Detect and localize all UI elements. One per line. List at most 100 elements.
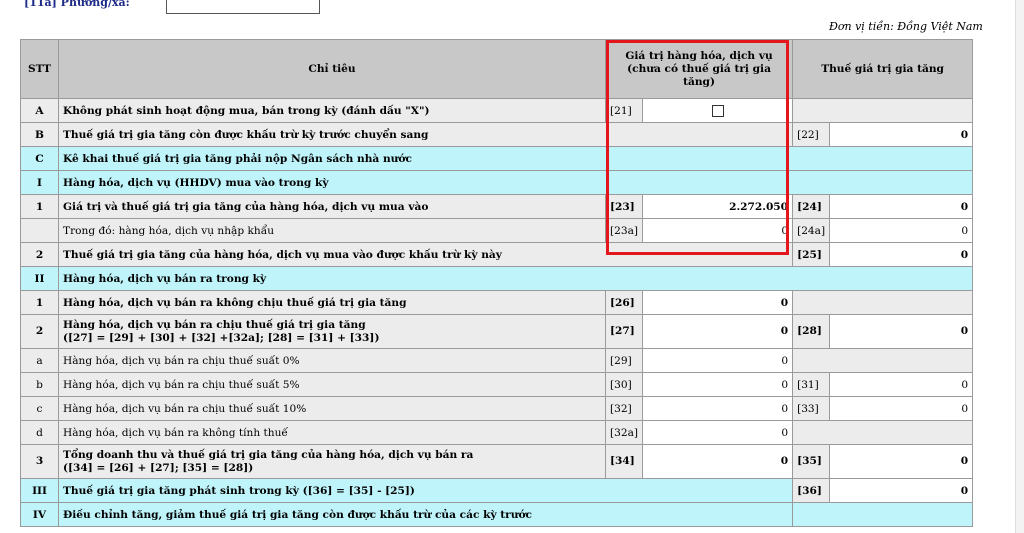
vat-declaration-table: STT Chỉ tiêu Giá trị hàng hóa, dịch vụ (… <box>20 39 974 527</box>
row-code: [32] <box>604 396 644 421</box>
vat-value-field[interactable]: 0 <box>829 194 974 219</box>
header-goods-value: Giá trị hàng hóa, dịch vụ (chưa có thuế … <box>604 39 794 99</box>
section-label: Hàng hóa, dịch vụ bán ra trong kỳ <box>57 266 974 291</box>
empty-cell <box>792 348 974 373</box>
empty-cell <box>792 420 974 445</box>
table-header-row: STT Chỉ tiêu Giá trị hàng hóa, dịch vụ (… <box>20 39 974 99</box>
table-row: Trong đó: hàng hóa, dịch vụ nhập khẩu [2… <box>20 218 974 243</box>
row-label: Thuế giá trị gia tăng còn được khấu trừ … <box>57 122 794 147</box>
header-vat: Thuế giá trị gia tăng <box>792 39 974 99</box>
table-row: IV Điều chỉnh tăng, giảm thuế giá trị gi… <box>20 502 974 527</box>
row-code: [25] <box>792 242 831 267</box>
table-row: c Hàng hóa, dịch vụ bán ra chịu thuế suấ… <box>20 396 974 421</box>
row-label-line1: Hàng hóa, dịch vụ bán ra chịu thuế giá t… <box>63 318 366 331</box>
row-code: [31] <box>792 372 831 397</box>
table-row: A Không phát sinh hoạt động mua, bán tro… <box>20 98 974 123</box>
goods-value-field[interactable]: 0 <box>642 396 794 421</box>
goods-value-field[interactable]: 0 <box>642 290 794 315</box>
goods-value-field[interactable]: 0 <box>642 348 794 373</box>
row-code: [26] <box>604 290 644 315</box>
row-label: Giá trị và thuế giá trị gia tăng của hàn… <box>58 194 606 219</box>
ward-input[interactable] <box>166 0 320 14</box>
row-stt: II <box>20 266 59 291</box>
row-stt: B <box>20 122 59 147</box>
empty-cell <box>792 502 974 527</box>
table-row: a Hàng hóa, dịch vụ bán ra chịu thuế suấ… <box>20 348 974 373</box>
row-code: [23] <box>604 194 644 219</box>
no-activity-checkbox-cell <box>642 98 794 123</box>
table-row: 2 Hàng hóa, dịch vụ bán ra chịu thuế giá… <box>20 314 974 349</box>
row-code: [34] <box>604 444 644 479</box>
table-row: d Hàng hóa, dịch vụ bán ra không tính th… <box>20 420 974 445</box>
row-code: [29] <box>604 348 644 373</box>
row-code: [36] <box>792 478 831 503</box>
row-stt: IV <box>20 502 59 527</box>
currency-note: Đơn vị tiền: Đồng Việt Nam <box>829 20 983 33</box>
vat-value-field[interactable]: 0 <box>829 396 974 421</box>
row-code: [28] <box>792 314 831 349</box>
empty-cell <box>792 98 974 123</box>
row-label: Trong đó: hàng hóa, dịch vụ nhập khẩu <box>58 218 606 243</box>
vat-value-field[interactable]: 0 <box>829 372 974 397</box>
row-code: [30] <box>604 372 644 397</box>
table-row: B Thuế giá trị gia tăng còn được khấu tr… <box>20 122 974 147</box>
row-code: [33] <box>792 396 831 421</box>
row-label-line2: ([34] = [26] + [27]; [35] = [28]) <box>63 461 254 474</box>
vat-value-field[interactable]: 0 <box>829 218 974 243</box>
row-stt: III <box>20 478 59 503</box>
vat-value-field[interactable]: 0 <box>829 478 974 503</box>
row-code: [27] <box>604 314 644 349</box>
row-code: [22] <box>792 122 831 147</box>
row-label: Thuế giá trị gia tăng phát sinh trong kỳ… <box>57 478 794 503</box>
table-row: I Hàng hóa, dịch vụ (HHDV) mua vào trong… <box>20 170 974 195</box>
row-stt: 3 <box>20 444 59 479</box>
row-label: Hàng hóa, dịch vụ bán ra chịu thuế giá t… <box>58 314 606 349</box>
vat-value-field[interactable]: 0 <box>829 314 974 349</box>
row-label-line1: Tổng doanh thu và thuế giá trị gia tăng … <box>63 448 474 461</box>
row-code: [24] <box>792 194 831 219</box>
row-stt: c <box>20 396 59 421</box>
row-stt: 1 <box>20 290 59 315</box>
header-stt: STT <box>20 39 59 99</box>
row-stt: d <box>20 420 59 445</box>
vat-value-field[interactable]: 0 <box>829 242 974 267</box>
row-code: [35] <box>792 444 831 479</box>
table-row: 1 Giá trị và thuế giá trị gia tăng của h… <box>20 194 974 219</box>
empty-cell <box>792 290 974 315</box>
row-code: [21] <box>604 98 644 123</box>
row-stt: C <box>20 146 59 171</box>
no-activity-checkbox[interactable] <box>711 104 724 117</box>
table-row: II Hàng hóa, dịch vụ bán ra trong kỳ <box>20 266 974 291</box>
row-stt: b <box>20 372 59 397</box>
goods-value-field[interactable]: 0 <box>642 420 794 445</box>
row-label: Hàng hóa, dịch vụ bán ra chịu thuế suất … <box>58 372 606 397</box>
goods-value-field[interactable]: 0 <box>642 314 794 349</box>
row-label-line2: ([27] = [29] + [30] + [32] +[32a]; [28] … <box>63 331 380 344</box>
vertical-scrollbar[interactable] <box>1015 0 1024 533</box>
vat-value-field[interactable]: 0 <box>829 122 974 147</box>
ward-label: [11a] Phường/xã: <box>24 0 130 9</box>
table-row: C Kê khai thuế giá trị gia tăng phải nộp… <box>20 146 974 171</box>
goods-value-field[interactable]: 0 <box>642 218 794 243</box>
row-label: Không phát sinh hoạt động mua, bán trong… <box>58 98 606 123</box>
section-label: Kê khai thuế giá trị gia tăng phải nộp N… <box>57 146 974 171</box>
row-stt: I <box>20 170 59 195</box>
table-row: III Thuế giá trị gia tăng phát sinh tron… <box>20 478 974 503</box>
row-label: Hàng hóa, dịch vụ bán ra chịu thuế suất … <box>58 396 606 421</box>
row-stt: 2 <box>20 242 59 267</box>
goods-value-field[interactable]: 0 <box>642 444 794 479</box>
row-code: [24a] <box>792 218 831 243</box>
table-row: b Hàng hóa, dịch vụ bán ra chịu thuế suấ… <box>20 372 974 397</box>
header-indicator: Chỉ tiêu <box>58 39 606 99</box>
row-label: Hàng hóa, dịch vụ bán ra chịu thuế suất … <box>58 348 606 373</box>
row-code: [32a] <box>604 420 644 445</box>
table-row: 1 Hàng hóa, dịch vụ bán ra không chịu th… <box>20 290 974 315</box>
vat-value-field[interactable]: 0 <box>829 444 974 479</box>
goods-value-field[interactable]: 2.272.050 <box>642 194 794 219</box>
row-label: Hàng hóa, dịch vụ bán ra không tính thuế <box>58 420 606 445</box>
goods-value-field[interactable]: 0 <box>642 372 794 397</box>
row-stt: a <box>20 348 59 373</box>
row-stt: 2 <box>20 314 59 349</box>
section-label: Hàng hóa, dịch vụ (HHDV) mua vào trong k… <box>57 170 974 195</box>
section-label: Điều chỉnh tăng, giảm thuế giá trị gia t… <box>57 502 794 527</box>
